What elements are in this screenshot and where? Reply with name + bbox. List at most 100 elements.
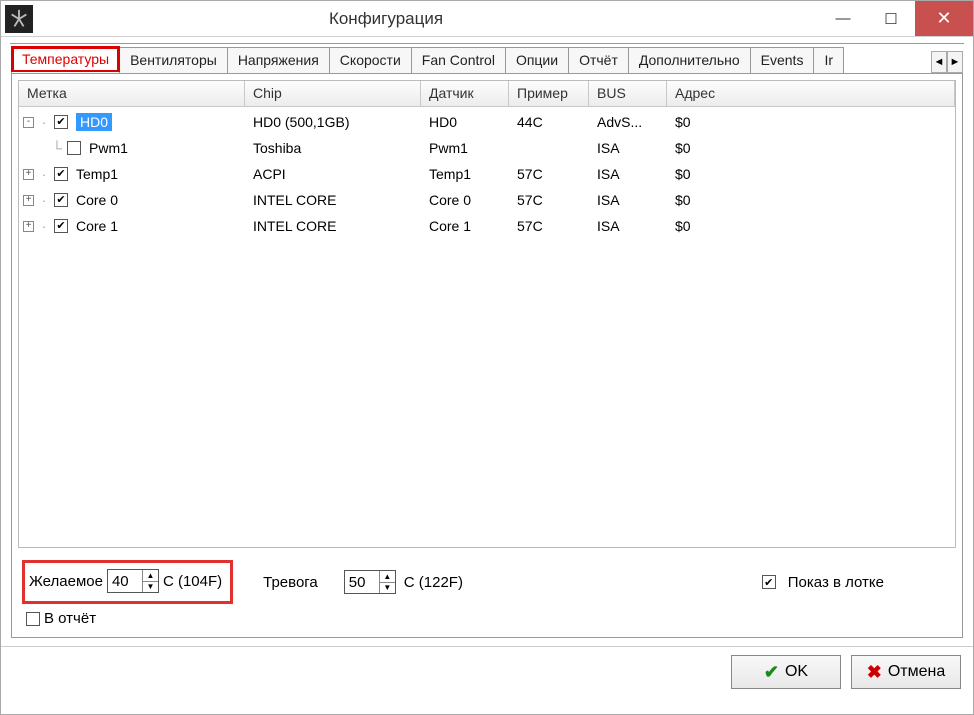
desired-unit: C (104F) — [163, 573, 222, 590]
alarm-unit: C (122F) — [404, 574, 463, 591]
tab-report[interactable]: Отчёт — [568, 47, 629, 73]
check-icon: ✔ — [764, 662, 779, 683]
cell-address: $0 — [667, 114, 745, 130]
tab-fans[interactable]: Вентиляторы — [119, 47, 228, 73]
in-report-label: В отчёт — [44, 610, 96, 627]
row-checkbox[interactable]: ✔ — [54, 115, 68, 129]
cell-sample: 57C — [509, 218, 589, 234]
tab-scroll-left[interactable]: ◄ — [931, 51, 947, 73]
spinner-down-icon[interactable]: ▼ — [142, 582, 158, 593]
cell-address: $0 — [667, 218, 745, 234]
grid-header: Метка Chip Датчик Пример BUS Адрес — [19, 81, 955, 107]
cell-sensor: Core 0 — [421, 192, 509, 208]
desired-input[interactable] — [108, 570, 142, 592]
spinner-arrows: ▲ ▼ — [142, 570, 158, 592]
table-row[interactable]: +·✔Core 1INTEL CORECore 157CISA$0 — [19, 213, 955, 239]
expand-icon[interactable]: + — [23, 169, 34, 180]
col-header-chip[interactable]: Chip — [245, 81, 421, 106]
tab-options[interactable]: Опции — [505, 47, 569, 73]
tab-events[interactable]: Events — [750, 47, 815, 73]
table-row[interactable]: +·✔Temp1ACPITemp157CISA$0 — [19, 161, 955, 187]
spinner-up-icon[interactable]: ▲ — [142, 570, 158, 582]
in-report-row: В отчёт — [12, 608, 962, 637]
tab-overflow-last[interactable]: Ir — [813, 47, 844, 73]
row-label: Core 0 — [76, 192, 118, 208]
row-checkbox[interactable] — [67, 141, 81, 155]
tab-panel: Метка Chip Датчик Пример BUS Адрес -·✔HD… — [11, 73, 963, 638]
tree-connector: · — [38, 218, 50, 234]
tab-advanced[interactable]: Дополнительно — [628, 47, 751, 73]
maximize-button[interactable]: ☐ — [867, 1, 915, 36]
table-row[interactable]: └Pwm1ToshibaPwm1ISA$0 — [19, 135, 955, 161]
dialog-button-bar: ✔ OK ✖ Отмена — [1, 646, 973, 697]
cell-address: $0 — [667, 192, 745, 208]
row-checkbox[interactable]: ✔ — [54, 167, 68, 181]
row-label: HD0 — [76, 113, 112, 131]
row-checkbox[interactable]: ✔ — [54, 193, 68, 207]
col-header-sample[interactable]: Пример — [509, 81, 589, 106]
show-tray-checkbox[interactable]: ✔ — [762, 575, 776, 589]
app-icon — [5, 5, 33, 33]
cell-sample: 57C — [509, 192, 589, 208]
tree-connector: └ — [51, 140, 63, 156]
table-row[interactable]: +·✔Core 0INTEL CORECore 057CISA$0 — [19, 187, 955, 213]
cell-sensor: Temp1 — [421, 166, 509, 182]
grid-body: -·✔HD0HD0 (500,1GB)HD044CAdvS...$0└Pwm1T… — [19, 107, 955, 239]
row-label: Temp1 — [76, 166, 118, 182]
row-checkbox[interactable]: ✔ — [54, 219, 68, 233]
controls-row: Желаемое ▲ ▼ C (104F) Тревога ▲ ▼ C (122… — [12, 554, 962, 608]
tab-voltages[interactable]: Напряжения — [227, 47, 330, 73]
spinner-up-icon[interactable]: ▲ — [379, 571, 395, 583]
cancel-button[interactable]: ✖ Отмена — [851, 655, 961, 689]
desired-highlight: Желаемое ▲ ▼ C (104F) — [22, 560, 233, 604]
title-bar: Конфигурация — ☐ ✕ — [1, 1, 973, 37]
tab-scroll: ◄ ► — [931, 51, 963, 73]
cell-chip: HD0 (500,1GB) — [245, 114, 421, 130]
cancel-label: Отмена — [888, 663, 945, 681]
cell-address: $0 — [667, 140, 745, 156]
cell-bus: ISA — [589, 140, 667, 156]
alarm-spinner[interactable]: ▲ ▼ — [344, 570, 396, 594]
tree-connector: · — [38, 192, 50, 208]
cell-sample: 44C — [509, 114, 589, 130]
cell-chip: ACPI — [245, 166, 421, 182]
row-label: Pwm1 — [89, 140, 128, 156]
cell-chip: INTEL CORE — [245, 218, 421, 234]
table-row[interactable]: -·✔HD0HD0 (500,1GB)HD044CAdvS...$0 — [19, 109, 955, 135]
cell-bus: ISA — [589, 166, 667, 182]
collapse-icon[interactable]: - — [23, 117, 34, 128]
expand-icon[interactable]: + — [23, 221, 34, 232]
desired-label: Желаемое — [29, 573, 103, 590]
col-header-label[interactable]: Метка — [19, 81, 245, 106]
expand-icon[interactable]: + — [23, 195, 34, 206]
cell-bus: AdvS... — [589, 114, 667, 130]
cell-chip: Toshiba — [245, 140, 421, 156]
col-header-bus[interactable]: BUS — [589, 81, 667, 106]
tab-temperatures[interactable]: Температуры — [11, 46, 120, 73]
tab-fan-control[interactable]: Fan Control — [411, 47, 506, 73]
close-button[interactable]: ✕ — [915, 1, 973, 36]
window-title: Конфигурация — [33, 9, 819, 29]
tab-speeds[interactable]: Скорости — [329, 47, 412, 73]
row-label: Core 1 — [76, 218, 118, 234]
spinner-down-icon[interactable]: ▼ — [379, 583, 395, 594]
minimize-button[interactable]: — — [819, 1, 867, 36]
col-header-address[interactable]: Адрес — [667, 81, 745, 106]
cell-sample: 57C — [509, 166, 589, 182]
cell-bus: ISA — [589, 192, 667, 208]
tab-scroll-right[interactable]: ► — [947, 51, 963, 73]
cell-chip: INTEL CORE — [245, 192, 421, 208]
sensor-grid: Метка Chip Датчик Пример BUS Адрес -·✔HD… — [18, 80, 956, 548]
cell-address: $0 — [667, 166, 745, 182]
ok-label: OK — [785, 663, 808, 681]
desired-spinner[interactable]: ▲ ▼ — [107, 569, 159, 593]
tree-connector: · — [38, 166, 50, 182]
col-header-sensor[interactable]: Датчик — [421, 81, 509, 106]
in-report-checkbox[interactable] — [26, 612, 40, 626]
cross-icon: ✖ — [867, 662, 882, 683]
tree-connector: · — [38, 114, 50, 130]
show-tray-label: Показ в лотке — [788, 574, 884, 591]
ok-button[interactable]: ✔ OK — [731, 655, 841, 689]
cell-sensor: Core 1 — [421, 218, 509, 234]
alarm-input[interactable] — [345, 571, 379, 593]
